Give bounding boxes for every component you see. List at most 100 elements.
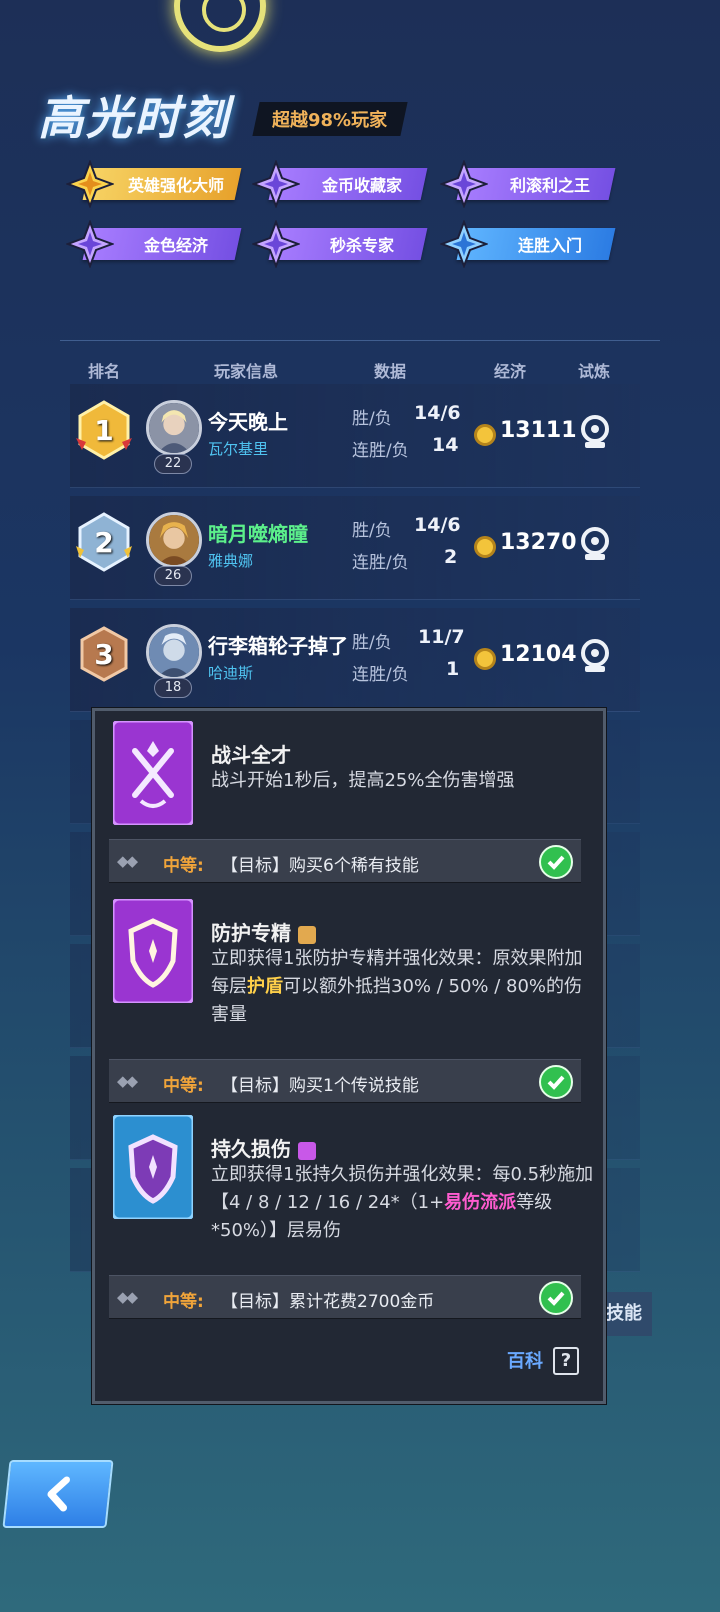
column-header-player: 玩家信息 [214, 362, 279, 381]
streak-value: 14 [432, 434, 459, 456]
rank-silver-icon: 2 [72, 510, 136, 574]
goal-difficulty: 中等: [163, 856, 204, 876]
background-skill-button-label: 技能 [606, 1303, 642, 1324]
skill-desc: 立即获得1张防护专精并强化效果：原效果附加每层护盾可以额外抵挡30% / 50%… [211, 945, 595, 1029]
skill-desc: 立即获得1张持久损伤并强化效果：每0.5秒施加【4 / 8 / 12 / 16 … [211, 1161, 595, 1245]
trial-icon[interactable] [580, 414, 610, 450]
goal-text: 【目标】购买1个传说技能 [221, 1076, 419, 1096]
hero-name: 雅典娜 [208, 552, 254, 570]
avatar[interactable] [146, 400, 202, 456]
check-icon [539, 845, 573, 879]
percentile-badge-text: 超越98%玩家 [272, 110, 388, 131]
coin-icon [474, 424, 496, 446]
wl-value: 14/6 [414, 514, 461, 536]
rank-number: 2 [94, 525, 114, 559]
achievement-badge[interactable]: 金色经济 [66, 220, 242, 268]
wl-label: 胜/负 [352, 521, 392, 541]
difficulty-hearts-icon: ◆◆ [117, 852, 138, 870]
goal-difficulty: 中等: [163, 1292, 204, 1312]
skill-title: 防护专精 [211, 917, 316, 946]
shield-skill-icon [111, 897, 195, 1005]
moon-emblem-icon [174, 0, 266, 52]
player-row[interactable]: 2 26 暗月噬熵瞳 雅典娜 胜/负 14/6 连胜/负 2 13270 [70, 496, 640, 600]
column-header-trial: 试炼 [578, 362, 611, 381]
skill-desc-highlight: 易伤流派 [444, 1192, 517, 1213]
rank-bronze-icon: 3 [72, 622, 136, 686]
rank-number: 3 [94, 637, 114, 671]
wl-value: 11/7 [418, 626, 465, 648]
check-icon [539, 1281, 573, 1315]
skill-title: 持久损伤 [211, 1133, 316, 1162]
player-name: 今天晚上 [208, 410, 288, 434]
achievement-label: 英雄强化大师 [127, 176, 224, 195]
streak-label: 连胜/负 [352, 665, 409, 685]
goal-text: 【目标】累计花费2700金币 [221, 1292, 435, 1312]
skill-title-text: 持久损伤 [211, 1137, 291, 1161]
skill-desc: 战斗开始1秒后，提高25%全伤害增强 [211, 770, 515, 791]
gold-value: 13111 [500, 418, 577, 443]
player-name: 行李箱轮子掉了 [208, 634, 348, 658]
check-icon [539, 1065, 573, 1099]
percentile-badge: 超越98%玩家 [252, 102, 408, 136]
gold-value: 13270 [500, 530, 577, 555]
rank-number: 1 [94, 413, 114, 447]
achievement-label: 金币收藏家 [321, 176, 402, 195]
background-skill-button[interactable]: 技能 [606, 1292, 652, 1336]
wiki-book-icon[interactable]: ? [553, 1347, 579, 1375]
player-level: 22 [154, 454, 192, 474]
streak-label: 连胜/负 [352, 553, 409, 573]
difficulty-hearts-icon: ◆◆ [117, 1288, 138, 1306]
star-icon [440, 220, 488, 268]
star-icon [66, 220, 114, 268]
coin-icon [474, 648, 496, 670]
streak-value: 1 [446, 658, 460, 680]
hero-name: 瓦尔基里 [208, 440, 269, 458]
crossed-swords-skill-icon [111, 719, 195, 827]
skill-goal-row: ◆◆ 中等: 【目标】累计花费2700金币 [109, 1275, 581, 1319]
back-button[interactable] [2, 1460, 114, 1528]
hex-badge-icon [297, 925, 316, 944]
star-icon [252, 220, 300, 268]
skill-title-text: 防护专精 [211, 921, 291, 945]
column-header-economy: 经济 [494, 362, 527, 381]
avatar[interactable] [146, 512, 202, 568]
trial-icon[interactable] [580, 526, 610, 562]
player-level: 18 [154, 678, 192, 698]
hero-name: 哈迪斯 [208, 664, 254, 682]
avatar[interactable] [146, 624, 202, 680]
skill-desc-highlight: 护盾 [247, 976, 283, 997]
achievement-badge[interactable]: 利滚利之王 [440, 160, 616, 208]
rank-gold-icon: 1 [72, 398, 136, 462]
column-header-data: 数据 [374, 362, 407, 381]
skill-goal-row: ◆◆ 中等: 【目标】购买1个传说技能 [109, 1059, 581, 1103]
player-level: 26 [154, 566, 192, 586]
achievement-label: 金色经济 [143, 236, 208, 255]
gold-value: 12104 [500, 642, 577, 667]
skill-goal-row: ◆◆ 中等: 【目标】购买6个稀有技能 [109, 839, 581, 883]
star-icon [440, 160, 488, 208]
star-icon [252, 160, 300, 208]
achievement-label: 连胜入门 [517, 236, 582, 255]
coin-icon [474, 536, 496, 558]
achievement-badge[interactable]: 金币收藏家 [252, 160, 428, 208]
player-row[interactable]: 3 18 行李箱轮子掉了 哈迪斯 胜/负 11/7 连胜/负 1 12104 [70, 608, 640, 712]
wl-label: 胜/负 [352, 409, 392, 429]
divider [60, 340, 660, 341]
wl-value: 14/6 [414, 402, 461, 424]
achievement-label: 秒杀专家 [329, 236, 394, 255]
wiki-link[interactable]: 百科 [507, 1347, 543, 1373]
lasting-damage-skill-icon [111, 1113, 195, 1221]
goal-difficulty: 中等: [163, 1076, 204, 1096]
achievement-badge[interactable]: 英雄强化大师 [66, 160, 242, 208]
achievement-badge[interactable]: 连胜入门 [440, 220, 616, 268]
trial-icon[interactable] [580, 638, 610, 674]
achievement-badge[interactable]: 秒杀专家 [252, 220, 428, 268]
star-icon [66, 160, 114, 208]
player-row[interactable]: 1 22 今天晚上 瓦尔基里 胜/负 14/6 连胜/负 14 13111 [70, 384, 640, 488]
goal-text: 【目标】购买6个稀有技能 [221, 856, 419, 876]
skill-title: 战斗全才 [211, 743, 291, 767]
page-title: 高光时刻 [38, 91, 230, 145]
hex-badge-icon [297, 1141, 316, 1160]
column-header-rank: 排名 [88, 362, 121, 381]
difficulty-hearts-icon: ◆◆ [117, 1072, 138, 1090]
